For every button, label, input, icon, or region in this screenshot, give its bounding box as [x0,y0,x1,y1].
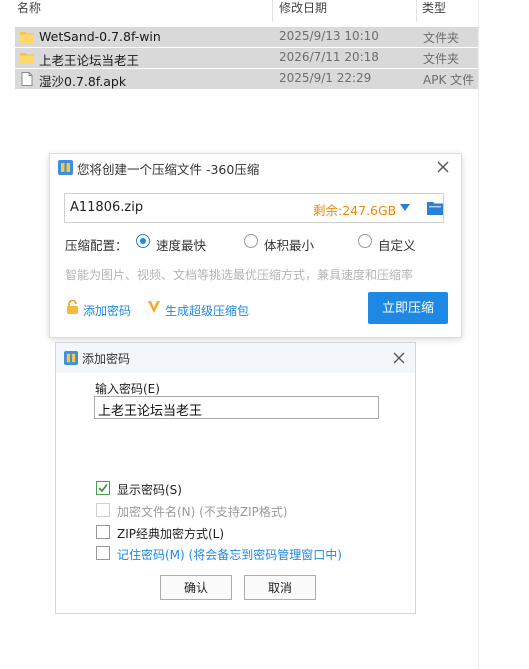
zip-classic-encryption-label[interactable]: ZIP经典加密方式(L) [117,525,224,542]
file-name: WetSand-0.7.8f-win [39,29,161,44]
confirm-button[interactable]: 确认 [160,575,232,600]
file-type: 文件夹 [423,52,460,66]
remember-password-label[interactable]: 记住密码(M) (将会备忘到密码管理窗口中) [117,546,342,563]
password-dialog: 添加密码 输入密码(E) 上老王论坛当老王 显示密码(S) 加密文件名(N) (… [56,343,415,613]
encrypt-filename-checkbox [96,503,110,517]
file-row[interactable]: 湿沙0.7.8f.apk 2025/9/1 22:29 APK 文件 [15,69,478,89]
file-row[interactable]: WetSand-0.7.8f-win 2025/9/13 10:10 文件夹 [15,27,478,47]
show-password-checkbox[interactable] [96,481,110,495]
vip-v-icon [148,301,160,313]
compress-hint: 智能为图片、视频、文档等挑选最优压缩方式，兼具速度和压缩率 [65,268,414,282]
show-password-label[interactable]: 显示密码(S) [117,481,182,498]
radio-fastest[interactable] [136,234,150,248]
password-input[interactable]: 上老王论坛当老王 [94,396,379,419]
add-password-link[interactable]: 添加密码 [83,302,131,319]
password-input-label: 输入密码(E) [95,382,160,396]
super-package-link[interactable]: 生成超级压缩包 [165,302,249,319]
password-value: 上老王论坛当老王 [98,404,203,419]
file-icon [21,72,33,86]
folder-icon [20,53,34,64]
close-icon[interactable] [435,159,451,175]
file-date: 2025/9/13 10:10 [279,29,379,43]
column-header-type[interactable]: 类型 [422,0,446,22]
compress-dialog: 您将创建一个压缩文件 -360压缩 A11806.zip 剩余:247.6GB … [50,154,461,337]
radio-custom-label[interactable]: 自定义 [378,235,416,254]
compress-now-button[interactable]: 立即压缩 [368,292,448,324]
chevron-down-icon[interactable] [400,204,410,211]
close-icon[interactable] [392,351,406,365]
folder-browse-icon[interactable] [427,201,443,215]
file-date: 2025/9/1 22:29 [279,71,372,85]
password-dialog-title: 添加密码 [82,352,131,366]
column-divider[interactable] [416,0,417,22]
lock-icon [67,300,78,314]
dialog-title: 您将创建一个压缩文件 -360压缩 [77,162,260,177]
remember-password-checkbox[interactable] [96,546,110,560]
file-date: 2026/7/11 20:18 [279,50,379,64]
encrypt-filename-label: 加密文件名(N) (不支持ZIP格式) [117,505,288,519]
column-header-date[interactable]: 修改日期 [279,0,327,22]
compress-config-label: 压缩配置： [65,238,128,253]
radio-smallest[interactable] [244,234,258,248]
column-divider[interactable] [272,0,273,22]
radio-fastest-label[interactable]: 速度最快 [156,235,206,254]
file-type: 文件夹 [423,31,460,45]
app-logo-icon [64,351,78,365]
column-divider-line [478,0,479,669]
free-space-label: 剩余:247.6GB [313,203,397,218]
zip-classic-encryption-checkbox[interactable] [96,525,110,539]
file-row[interactable]: 上老王论坛当老王 2026/7/11 20:18 文件夹 [15,48,478,68]
radio-smallest-label[interactable]: 体积最小 [264,235,314,254]
filename-value: A11806.zip [70,200,144,215]
cancel-button[interactable]: 取消 [244,575,316,600]
app-logo-icon [58,160,73,175]
checkmark-icon [98,484,108,493]
radio-custom[interactable] [358,234,372,248]
file-type: APK 文件 [423,73,475,87]
file-name: 湿沙0.7.8f.apk [39,74,127,89]
column-header-name[interactable]: 名称 [17,0,41,22]
folder-icon [20,32,34,43]
file-name: 上老王论坛当老王 [39,53,140,68]
filename-input[interactable]: A11806.zip 剩余:247.6GB [64,193,444,223]
